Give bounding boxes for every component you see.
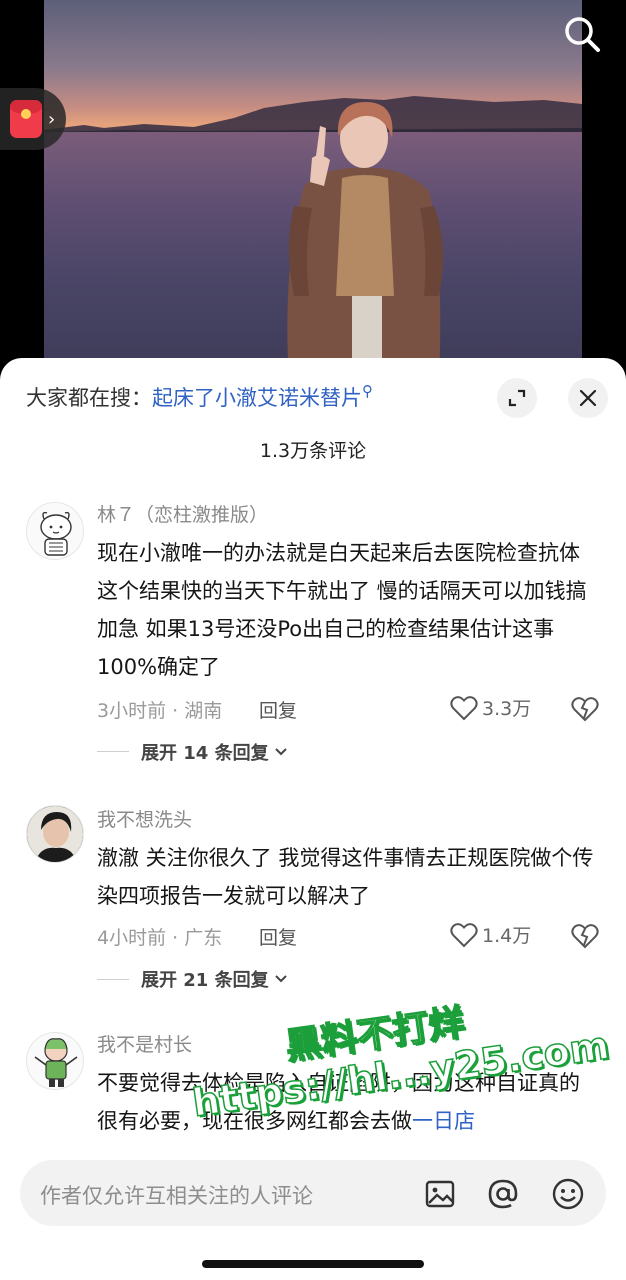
expand-button[interactable]: [497, 378, 537, 418]
avatar-image: [27, 503, 83, 559]
comment-input[interactable]: 作者仅允许互相关注的人评论: [20, 1160, 606, 1226]
like-button[interactable]: 1.4万: [450, 921, 531, 948]
small-search-icon: ⚲: [362, 382, 373, 400]
search-icon[interactable]: [560, 12, 604, 56]
comment-text: 不要觉得去体检是陷入自证陷阱，因为这种自证真的很有必要，现在很多网红都会去做一日…: [97, 1064, 597, 1140]
divider: [97, 979, 129, 980]
expand-replies-button[interactable]: 展开 14 条回复: [141, 739, 289, 765]
divider: [97, 751, 129, 752]
hot-search-prefix: 大家都在搜：: [26, 386, 152, 410]
username[interactable]: 我不想洗头: [97, 805, 192, 832]
red-packet-tab[interactable]: ›: [0, 88, 66, 150]
heart-icon: [450, 695, 478, 720]
chevron-down-icon: [274, 975, 287, 983]
comment-time-location: 4小时前 · 广东: [97, 927, 223, 949]
expand-replies-button[interactable]: 展开 21 条回复: [141, 966, 289, 992]
comment-text: 现在小澈唯一的办法就是白天起来后去医院检查抗体 这个结果快的当天下午就出了 慢的…: [97, 541, 587, 679]
hot-search-bar[interactable]: 大家都在搜：起床了小澈艾诺米替片⚲: [26, 382, 373, 412]
chevron-right-icon: ›: [48, 108, 56, 130]
close-icon: [579, 389, 597, 407]
reply-button[interactable]: 回复: [259, 923, 297, 950]
comment-sheet: 大家都在搜：起床了小澈艾诺米替片⚲ 1.3万条评论 林７（恋柱激推版） 现在小澈…: [0, 358, 626, 1280]
username[interactable]: 我不是村长: [97, 1030, 192, 1057]
comment-text: 澈澈 关注你很久了 我觉得这件事情去正规医院做个传染四项报告一发就可以解决了: [97, 846, 594, 908]
hot-search-query[interactable]: 起床了小澈艾诺米替片: [152, 386, 362, 410]
red-packet-icon: [10, 100, 42, 138]
avatar[interactable]: [26, 502, 84, 560]
avatar-image: [27, 1033, 83, 1089]
close-button[interactable]: [568, 378, 608, 418]
comment-count: 1.3万条评论: [259, 440, 367, 462]
comment-text-body: 不要觉得去体检是陷入自证陷阱，因为这种自证真的很有必要，现在很多网红都会去做: [97, 1071, 580, 1133]
chevron-down-icon: [274, 748, 287, 756]
broken-heart-icon[interactable]: [571, 696, 599, 722]
comment-inline-link[interactable]: 一日店: [412, 1109, 475, 1133]
broken-heart-icon[interactable]: [571, 923, 599, 949]
person-figure: [287, 102, 443, 380]
avatar[interactable]: [26, 805, 84, 863]
at-icon[interactable]: [485, 1176, 521, 1212]
comment-time-location: 3小时前 · 湖南: [97, 700, 223, 722]
avatar-image: [27, 806, 83, 862]
heart-icon: [450, 922, 478, 947]
expand-icon: [508, 389, 526, 407]
reply-button[interactable]: 回复: [259, 696, 297, 723]
comment-input-placeholder: 作者仅允许互相关注的人评论: [40, 1184, 313, 1208]
avatar[interactable]: [26, 1032, 84, 1090]
username[interactable]: 林７（恋柱激推版）: [97, 500, 268, 527]
post-photo-area: ›: [0, 0, 626, 380]
image-icon[interactable]: [422, 1176, 458, 1212]
comment-input-bar: 作者仅允许互相关注的人评论: [0, 1148, 626, 1280]
emoji-icon[interactable]: [550, 1176, 586, 1212]
like-count: 3.3万: [482, 698, 532, 720]
expand-replies-label: 展开 21 条回复: [141, 970, 269, 991]
expand-replies-label: 展开 14 条回复: [141, 743, 269, 764]
like-button[interactable]: 3.3万: [450, 694, 531, 721]
home-indicator[interactable]: [202, 1260, 424, 1268]
like-count: 1.4万: [482, 925, 532, 947]
post-photo[interactable]: [44, 0, 582, 380]
